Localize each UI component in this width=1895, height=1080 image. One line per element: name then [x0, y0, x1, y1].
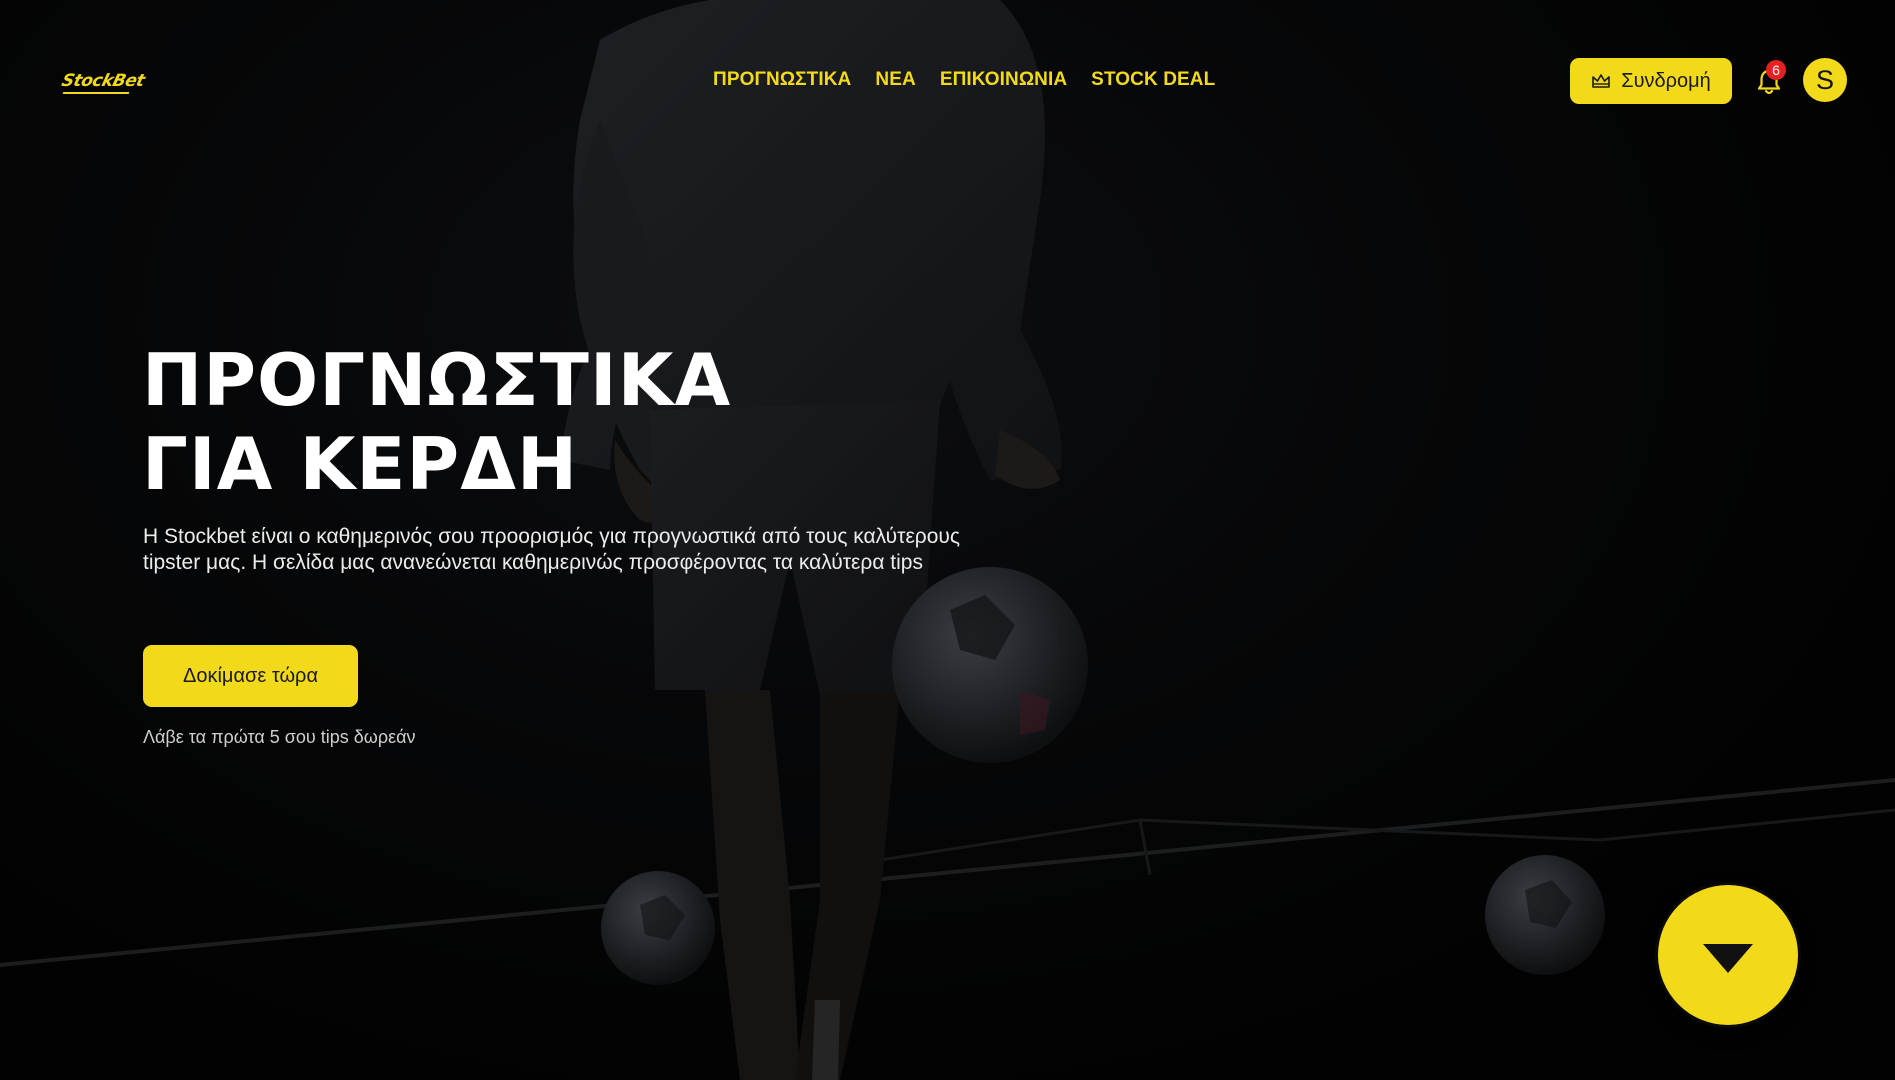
nav-item-stock-deal[interactable]: STOCK DEAL: [1091, 69, 1215, 91]
free-tips-note: Λάβε τα πρώτα 5 σου tips δωρεάν: [143, 727, 416, 747]
logo-text: StockBet: [59, 71, 147, 91]
stockbet-logo[interactable]: StockBet: [59, 68, 147, 94]
nav-item-nea[interactable]: ΝΕΑ: [875, 69, 915, 91]
triangle-down-icon: [1703, 944, 1753, 973]
hero-title-line-1: ΠΡΟΓΝΩΣΤΙΚΑ: [142, 338, 732, 422]
crown-icon: [1592, 74, 1611, 88]
nav-item-prognostika[interactable]: ΠΡΟΓΝΩΣΤΙΚΑ: [713, 69, 851, 91]
logo-underline: [62, 92, 130, 94]
main-nav: ΠΡΟΓΝΩΣΤΙΚΑ ΝΕΑ ΕΠΙΚΟΙΝΩΝΙΑ STOCK DEAL: [713, 69, 1215, 91]
subscribe-button[interactable]: Συνδρομή: [1570, 58, 1732, 104]
try-now-button[interactable]: Δοκίμασε τώρα: [143, 645, 358, 707]
site-header: StockBet ΠΡΟΓΝΩΣΤΙΚΑ ΝΕΑ ΕΠΙΚΟΙΝΩΝΙΑ STO…: [0, 0, 1895, 162]
subscribe-label: Συνδρομή: [1621, 69, 1711, 92]
nav-item-epikoinonia[interactable]: ΕΠΙΚΟΙΝΩΝΙΑ: [940, 69, 1067, 91]
hero-title-line-2: ΓΙΑ ΚΕΡΔΗ: [142, 422, 579, 506]
notifications-count-badge: 6: [1766, 60, 1786, 80]
page: StockBet ΠΡΟΓΝΩΣΤΙΚΑ ΝΕΑ ΕΠΙΚΟΙΝΩΝΙΑ STO…: [0, 0, 1895, 1080]
user-avatar[interactable]: S: [1803, 58, 1847, 102]
hero-title: ΠΡΟΓΝΩΣΤΙΚΑ ΓΙΑ ΚΕΡΔΗ: [142, 338, 731, 506]
hero-description: Η Stockbet είναι ο καθημερινός σου προορ…: [143, 525, 961, 574]
scroll-down-button[interactable]: [1658, 885, 1798, 1025]
